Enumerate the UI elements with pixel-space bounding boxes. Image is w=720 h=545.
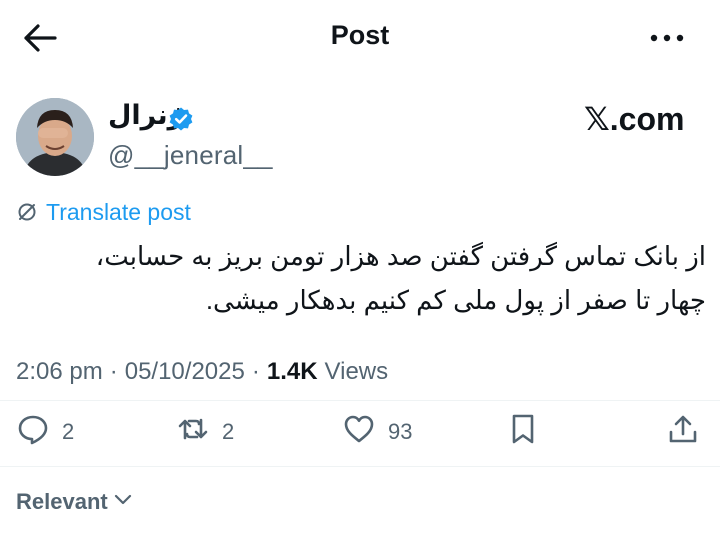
like-button[interactable]: 93 <box>342 414 412 450</box>
translate-label: Translate post <box>46 198 191 225</box>
chevron-down-icon <box>112 488 134 516</box>
tweet-text: از بانک تماس گرفتن گفتن صد هزار تومن بری… <box>95 241 706 315</box>
avatar[interactable] <box>16 98 94 176</box>
repost-count: 2 <box>222 419 235 444</box>
author-handle[interactable]: @__jeneral__ <box>108 140 273 171</box>
sort-label: Relevant <box>16 489 108 514</box>
meta-separator: · <box>109 358 118 385</box>
more-options-button[interactable] <box>648 26 688 50</box>
meta-separator: · <box>251 358 260 385</box>
divider <box>0 400 720 401</box>
heart-icon <box>342 412 376 452</box>
post-meta: 2:06 pm · 05/10/2025 · 1.4K Views <box>16 358 388 386</box>
divider <box>0 466 720 467</box>
post-time[interactable]: 2:06 pm <box>16 358 103 386</box>
reply-icon <box>16 412 50 452</box>
like-count: 93 <box>388 419 413 444</box>
share-icon <box>666 412 700 452</box>
translate-icon <box>16 201 38 223</box>
verified-badge-icon <box>168 106 194 132</box>
post-date[interactable]: 05/10/2025 <box>125 358 245 386</box>
reply-button[interactable]: 2 <box>16 414 74 450</box>
more-dots-icon <box>648 26 688 50</box>
sort-relevant-dropdown[interactable]: Relevant <box>16 488 134 516</box>
repost-button[interactable]: 2 <box>176 414 234 450</box>
share-button[interactable] <box>666 414 700 450</box>
reply-count: 2 <box>62 419 75 444</box>
views-count: 1.4K <box>266 358 318 385</box>
bookmark-icon <box>506 412 540 452</box>
brand-watermark: 𝕏.com <box>584 101 685 137</box>
page-title: Post <box>330 20 390 50</box>
views-label: Views <box>324 358 389 385</box>
translate-post-link[interactable]: Translate post <box>16 198 191 226</box>
bookmark-button[interactable] <box>506 414 540 450</box>
repost-icon <box>176 412 210 452</box>
avatar-image <box>16 98 94 176</box>
